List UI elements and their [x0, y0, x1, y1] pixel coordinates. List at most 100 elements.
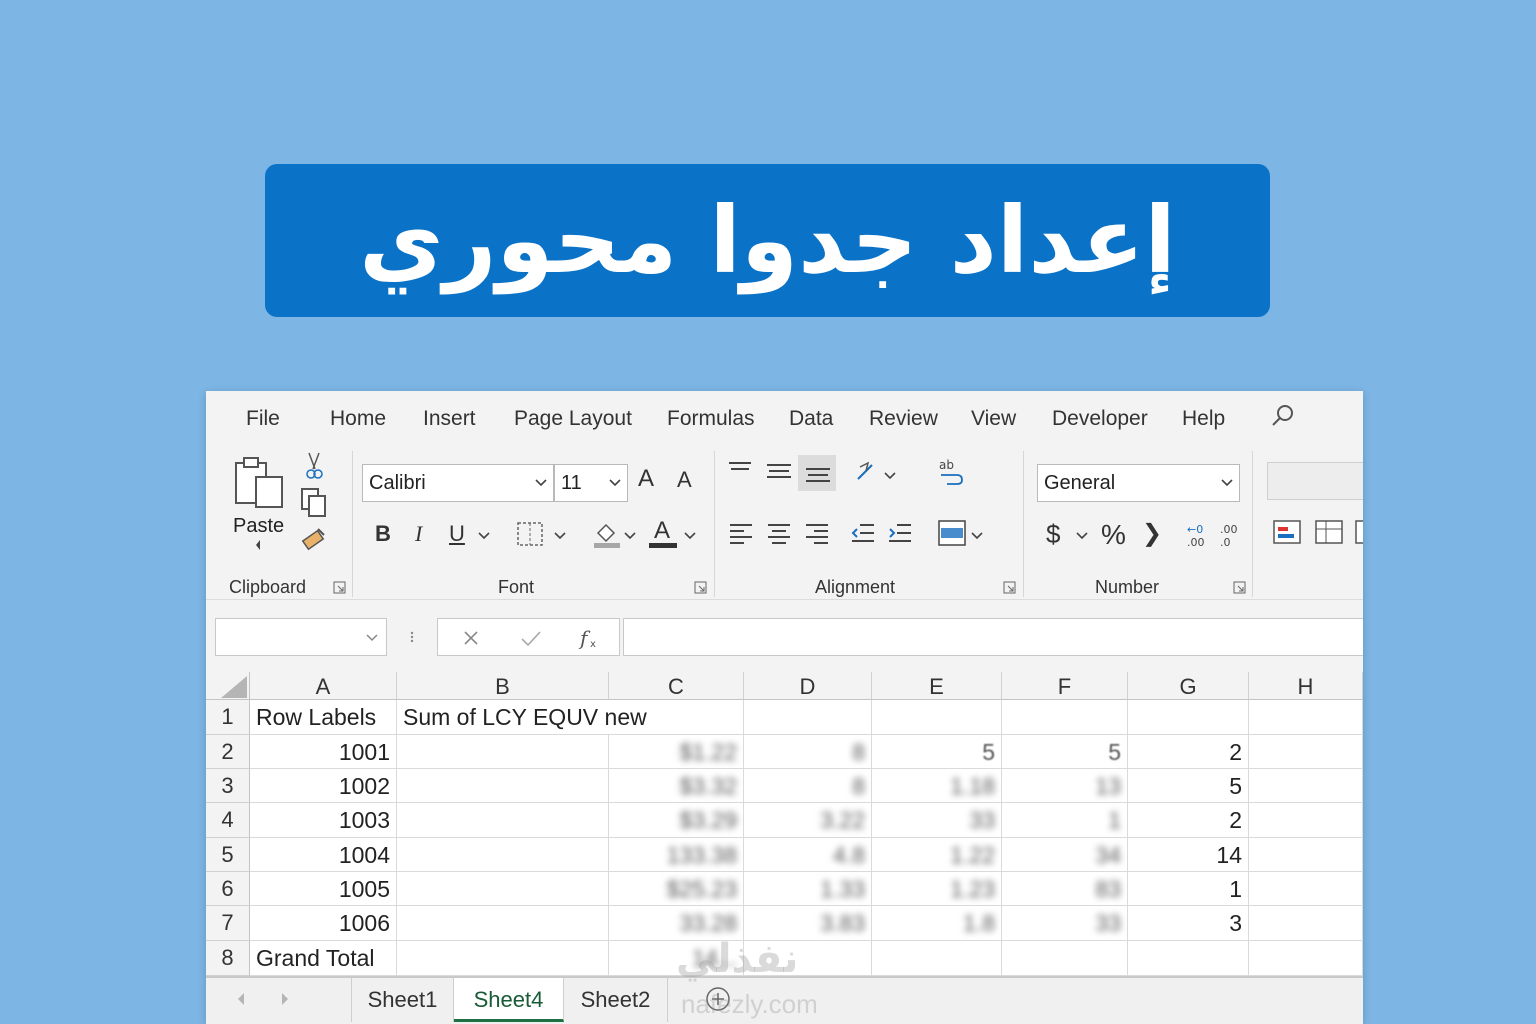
- cell-d3[interactable]: 8: [744, 769, 872, 803]
- cell-h6[interactable]: [1249, 872, 1363, 906]
- dialog-launcher-icon[interactable]: [333, 581, 346, 594]
- name-box[interactable]: [215, 618, 387, 656]
- chevron-down-icon[interactable]: [884, 471, 896, 481]
- cell-b8[interactable]: [397, 941, 609, 976]
- number-format-select[interactable]: General: [1037, 464, 1240, 502]
- decrease-indent-icon[interactable]: [850, 521, 876, 545]
- chevron-down-icon[interactable]: [478, 531, 490, 541]
- cell-b7[interactable]: [397, 906, 609, 941]
- cell-d4[interactable]: 3.22: [744, 803, 872, 838]
- cell-b4[interactable]: [397, 803, 609, 838]
- chevron-down-icon[interactable]: [253, 539, 263, 551]
- menu-data[interactable]: Data: [789, 407, 833, 431]
- menu-view[interactable]: View: [971, 407, 1016, 431]
- menu-formulas[interactable]: Formulas: [667, 407, 755, 431]
- shrink-font-button[interactable]: A: [677, 467, 692, 493]
- menu-file[interactable]: File: [246, 407, 280, 431]
- cell-g5[interactable]: 14: [1128, 838, 1249, 872]
- search-icon[interactable]: [1270, 403, 1296, 429]
- dialog-launcher-icon[interactable]: [694, 581, 707, 594]
- font-size-select[interactable]: 11: [554, 464, 628, 502]
- chevron-down-icon[interactable]: [684, 531, 696, 541]
- cell-e4[interactable]: 33: [872, 803, 1002, 838]
- conditional-formatting-icon[interactable]: [1272, 519, 1302, 545]
- cell-d6[interactable]: 1.33: [744, 872, 872, 906]
- cell-a1[interactable]: Row Labels: [250, 700, 397, 735]
- row-header-5[interactable]: 5: [206, 838, 250, 872]
- cell-g2[interactable]: 2: [1128, 735, 1249, 769]
- align-left-icon[interactable]: [728, 521, 754, 545]
- cell-e8[interactable]: [872, 941, 1002, 976]
- cell-f4[interactable]: 1: [1002, 803, 1128, 838]
- sheet-tab-sheet4[interactable]: Sheet4: [454, 978, 564, 1022]
- align-right-icon[interactable]: [804, 521, 830, 545]
- cut-icon[interactable]: [303, 451, 325, 481]
- cell-b5[interactable]: [397, 838, 609, 872]
- cell-b1[interactable]: Sum of LCY EQUV new: [397, 700, 744, 735]
- dialog-launcher-icon[interactable]: [1003, 581, 1016, 594]
- dialog-launcher-icon[interactable]: [1233, 581, 1246, 594]
- cell-g8[interactable]: [1128, 941, 1249, 976]
- row-header-4[interactable]: 4: [206, 803, 250, 838]
- cell-g7[interactable]: 3: [1128, 906, 1249, 941]
- paste-icon[interactable]: [232, 455, 286, 511]
- underline-button[interactable]: U: [449, 521, 465, 547]
- copy-icon[interactable]: [300, 487, 328, 519]
- cell-c5[interactable]: 133.38: [609, 838, 744, 872]
- row-header-7[interactable]: 7: [206, 906, 250, 941]
- row-header-2[interactable]: 2: [206, 735, 250, 769]
- column-header-f[interactable]: F: [1002, 672, 1128, 700]
- select-all-corner[interactable]: [206, 672, 250, 700]
- column-header-e[interactable]: E: [872, 672, 1002, 700]
- cell-a6[interactable]: 1005: [250, 872, 397, 906]
- row-header-6[interactable]: 6: [206, 872, 250, 906]
- cell-d5[interactable]: 4.8: [744, 838, 872, 872]
- cancel-icon[interactable]: [462, 629, 480, 647]
- font-color-button[interactable]: A: [654, 517, 670, 545]
- fill-color-icon[interactable]: [592, 519, 622, 549]
- sheet-tab-sheet1[interactable]: Sheet1: [352, 978, 454, 1022]
- cell-styles-icon[interactable]: [1354, 519, 1363, 545]
- align-bottom-icon[interactable]: [804, 461, 832, 487]
- column-header-a[interactable]: A: [250, 672, 397, 700]
- cell-a3[interactable]: 1002: [250, 769, 397, 803]
- cell-b6[interactable]: [397, 872, 609, 906]
- row-header-3[interactable]: 3: [206, 769, 250, 803]
- format-as-table-icon[interactable]: [1314, 519, 1344, 545]
- enter-check-icon[interactable]: [520, 629, 542, 647]
- currency-button[interactable]: $: [1046, 519, 1060, 550]
- cell-a8[interactable]: Grand Total: [250, 941, 397, 976]
- cell-f3[interactable]: 13: [1002, 769, 1128, 803]
- borders-icon[interactable]: [516, 521, 544, 547]
- decrease-decimal-icon[interactable]: .00.0: [1216, 521, 1244, 549]
- cell-h1[interactable]: [1249, 700, 1363, 735]
- menu-review[interactable]: Review: [869, 407, 938, 431]
- percent-button[interactable]: %: [1101, 519, 1126, 551]
- increase-decimal-icon[interactable]: ←0.00: [1181, 521, 1209, 549]
- row-header-8[interactable]: 8: [206, 941, 250, 976]
- cell-f6[interactable]: 83: [1002, 872, 1128, 906]
- insert-function-icon[interactable]: fx: [578, 625, 600, 651]
- comma-style-button[interactable]: ❯: [1142, 519, 1162, 548]
- row-header-1[interactable]: 1: [206, 700, 250, 735]
- cell-g6[interactable]: 1: [1128, 872, 1249, 906]
- align-middle-icon[interactable]: [765, 459, 793, 483]
- cell-h2[interactable]: [1249, 735, 1363, 769]
- column-header-h[interactable]: H: [1249, 672, 1363, 700]
- column-header-g[interactable]: G: [1128, 672, 1249, 700]
- chevron-down-icon[interactable]: [366, 633, 378, 643]
- align-top-icon[interactable]: [727, 459, 753, 481]
- chevron-down-icon[interactable]: [1076, 531, 1088, 541]
- cell-e7[interactable]: 1.8: [872, 906, 1002, 941]
- paste-button[interactable]: Paste: [233, 515, 284, 538]
- align-center-icon[interactable]: [766, 521, 792, 545]
- cell-a2[interactable]: 1001: [250, 735, 397, 769]
- column-header-d[interactable]: D: [744, 672, 872, 700]
- increase-indent-icon[interactable]: [887, 521, 913, 545]
- cell-a4[interactable]: 1003: [250, 803, 397, 838]
- merge-center-icon[interactable]: [937, 519, 967, 547]
- italic-button[interactable]: I: [415, 521, 422, 547]
- cell-f7[interactable]: 33: [1002, 906, 1128, 941]
- cell-g3[interactable]: 5: [1128, 769, 1249, 803]
- chevron-down-icon[interactable]: [554, 531, 566, 541]
